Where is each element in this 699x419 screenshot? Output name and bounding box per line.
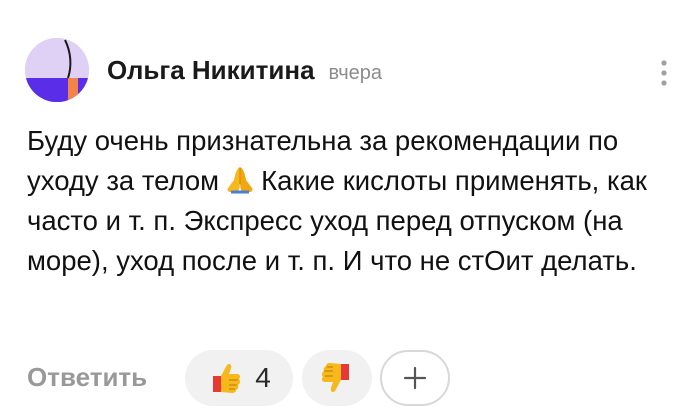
comment-time: вчера	[328, 62, 383, 84]
comment-text: Буду очень признательна за рекомендации …	[27, 121, 692, 281]
comment-header: Ольга Никитина вчера	[107, 55, 382, 86]
avatar-image	[25, 38, 89, 102]
reply-button[interactable]: Ответить	[27, 362, 147, 393]
like-count: 4	[255, 362, 271, 393]
author-name[interactable]: Ольга Никитина	[107, 55, 315, 86]
like-button[interactable]: 4	[185, 350, 293, 406]
dislike-button[interactable]	[302, 350, 372, 406]
more-vertical-icon	[661, 60, 667, 86]
folded-hands-emoji	[227, 167, 253, 194]
comment-card: Ольга Никитина вчера Буду очень признате…	[0, 0, 699, 419]
add-reaction-button[interactable]	[380, 350, 450, 406]
avatar[interactable]	[25, 38, 89, 102]
thumbs-down-icon	[321, 363, 349, 392]
comment-actions: Ответить 4	[0, 344, 699, 408]
plus-icon	[403, 366, 427, 390]
thumbs-up-icon	[213, 364, 241, 393]
more-menu-button[interactable]	[652, 58, 676, 88]
